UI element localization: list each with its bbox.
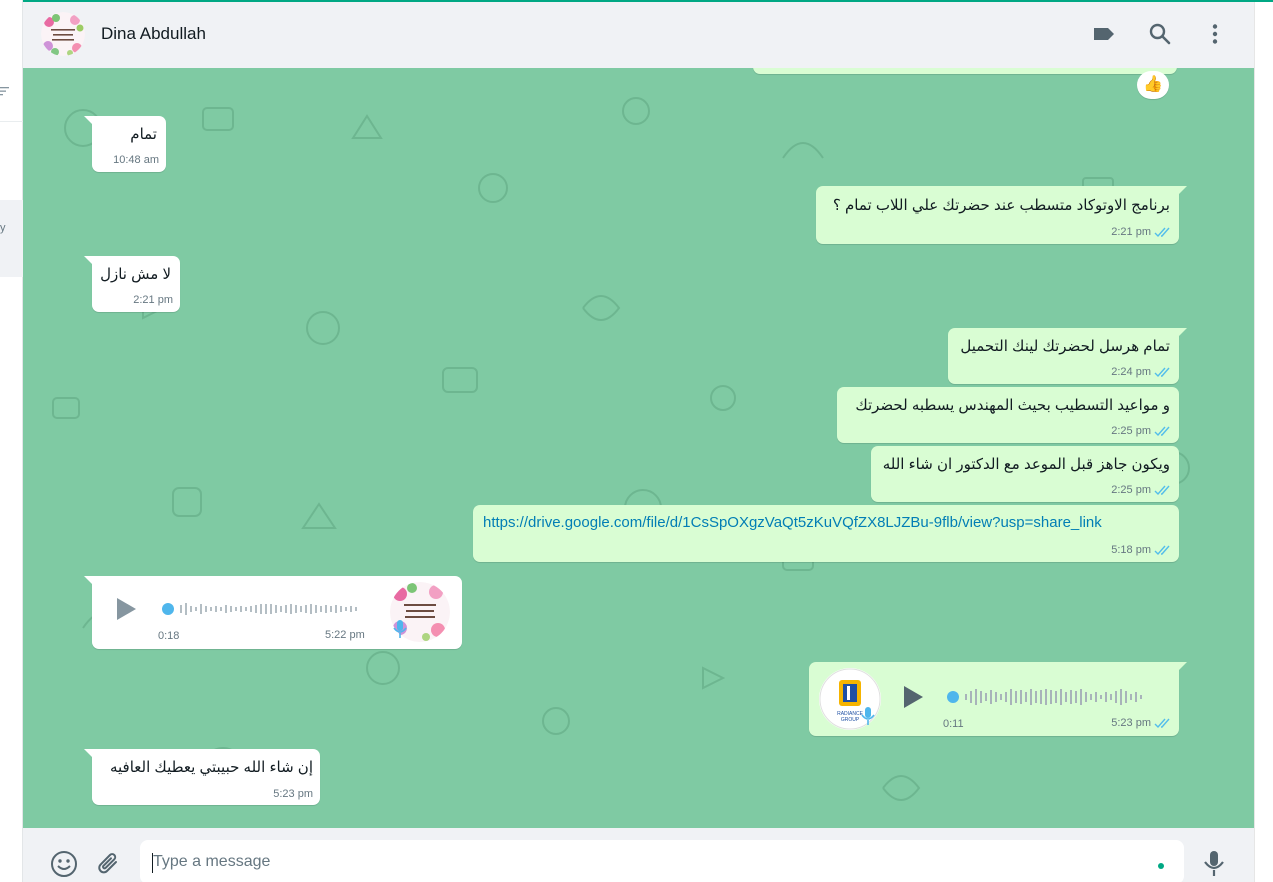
message-bubble-partial[interactable] <box>753 68 1177 74</box>
menu-icon[interactable] <box>1202 21 1228 47</box>
play-icon[interactable] <box>114 596 138 622</box>
message-text: تمام هرسل لحضرتك لينك التحميل <box>960 338 1170 355</box>
divider <box>0 121 23 122</box>
message-text: تمام <box>130 126 157 143</box>
filter-icon[interactable] <box>0 86 10 98</box>
read-ticks-icon <box>1154 485 1170 496</box>
message-input[interactable] <box>140 840 1184 882</box>
label-icon[interactable] <box>1091 21 1117 47</box>
message-text: ويكون جاهز قبل الموعد مع الدكتور ان شاء … <box>882 456 1170 473</box>
conversation-panel[interactable]: 👍 تمام 10:48 am برنامج الاوتوكاد متسطب ع… <box>23 68 1254 828</box>
read-ticks-icon <box>1154 227 1170 238</box>
mic-icon[interactable] <box>1203 850 1225 878</box>
message-text: لا مش نازل <box>100 266 171 283</box>
page-scrollbar[interactable] <box>1254 2 1273 882</box>
mic-icon <box>861 707 875 725</box>
message-time: 5:23 pm <box>1111 717 1151 729</box>
emoji-icon[interactable] <box>50 850 78 878</box>
message-time: 10:48 am <box>113 154 159 166</box>
message-outgoing[interactable]: ويكون جاهز قبل الموعد مع الدكتور ان شاء … <box>871 446 1179 502</box>
contact-avatar[interactable] <box>41 12 85 56</box>
message-time: 5:22 pm <box>325 629 365 641</box>
waveform[interactable] <box>160 598 370 620</box>
message-time: 5:18 pm <box>1111 544 1151 556</box>
read-ticks-icon <box>1154 367 1170 378</box>
read-ticks-icon <box>1154 545 1170 556</box>
message-time: 2:25 pm <box>1111 484 1151 496</box>
whatsapp-window: y Dina Abdullah 👍 تمام 10:48 am برنامج ا… <box>0 0 1273 882</box>
message-time: 5:23 pm <box>273 788 313 800</box>
status-dot <box>1158 863 1164 869</box>
thumbs-up-icon: 👍 <box>1143 76 1163 93</box>
shared-link[interactable]: https://drive.google.com/file/d/1CsSpOXg… <box>483 514 1102 531</box>
play-icon[interactable] <box>901 684 925 710</box>
chat-header: Dina Abdullah <box>23 2 1254 68</box>
svg-text:GROUP: GROUP <box>841 717 860 723</box>
message-incoming[interactable]: لا مش نازل 2:21 pm <box>84 256 180 312</box>
message-text: إن شاء الله حبيبتي يعطيك العافيه <box>109 759 313 776</box>
text-caret <box>152 853 153 873</box>
message-text: برنامج الاوتوكاد متسطب عند حضرتك علي الل… <box>832 197 1170 214</box>
message-time: 2:24 pm <box>1111 366 1151 378</box>
voice-message-outgoing[interactable]: RADIANCE GROUP 0:11 5:23 pm <box>809 662 1187 736</box>
chat-list-panel-edge: y <box>0 0 23 882</box>
message-time: 2:21 pm <box>1111 226 1151 238</box>
message-time: 2:21 pm <box>133 294 173 306</box>
contact-name[interactable]: Dina Abdullah <box>101 24 206 44</box>
message-incoming[interactable]: إن شاء الله حبيبتي يعطيك العافيه 5:23 pm <box>84 749 320 805</box>
selected-chat-item[interactable]: y <box>0 200 23 277</box>
message-text: و مواعيد التسطيب بحيث المهندس يسطبه لحضر… <box>855 397 1170 414</box>
attach-icon[interactable] <box>96 850 122 878</box>
message-outgoing[interactable]: برنامج الاوتوكاد متسطب عند حضرتك علي الل… <box>816 186 1187 244</box>
voice-duration: 0:11 <box>943 718 964 730</box>
search-icon[interactable] <box>1147 21 1173 47</box>
read-ticks-icon <box>1154 426 1170 437</box>
mic-icon <box>393 620 407 638</box>
voice-duration: 0:18 <box>158 630 180 642</box>
voice-message-incoming[interactable]: 0:18 5:22 pm <box>84 576 462 649</box>
message-outgoing[interactable]: تمام هرسل لحضرتك لينك التحميل 2:24 pm <box>948 328 1187 384</box>
read-ticks-icon <box>1154 718 1170 729</box>
message-incoming[interactable]: تمام 10:48 am <box>84 116 166 172</box>
message-outgoing-link[interactable]: https://drive.google.com/file/d/1CsSpOXg… <box>473 505 1179 562</box>
message-time: 2:25 pm <box>1111 425 1151 437</box>
message-outgoing[interactable]: و مواعيد التسطيب بحيث المهندس يسطبه لحضر… <box>837 387 1179 443</box>
waveform[interactable] <box>945 685 1159 709</box>
message-composer <box>23 828 1254 882</box>
reaction-badge[interactable]: 👍 <box>1137 71 1169 99</box>
